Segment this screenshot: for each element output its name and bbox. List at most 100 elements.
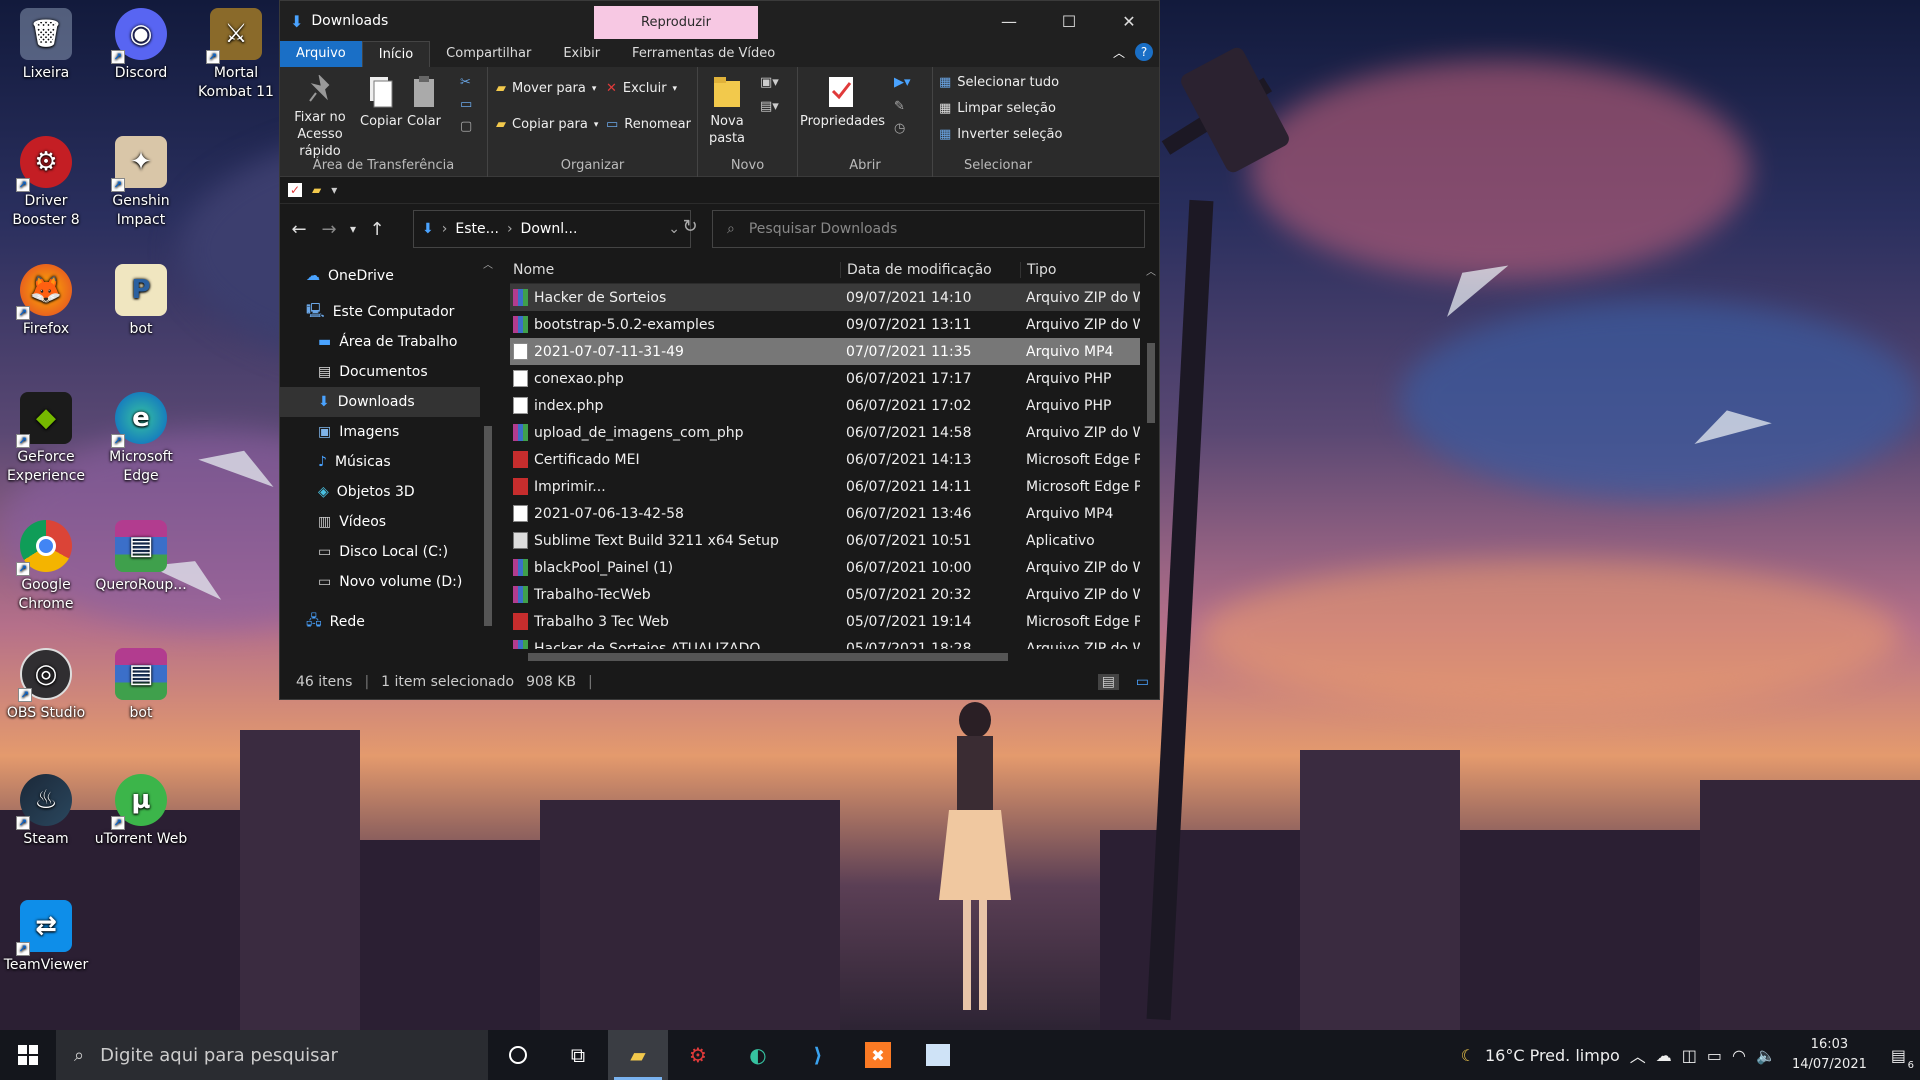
breadcrumb-este-computador[interactable]: Este...	[455, 221, 499, 237]
file-row[interactable]: bootstrap-5.0.2-examples 09/07/2021 13:11…	[510, 311, 1140, 338]
file-row[interactable]: conexao.php 06/07/2021 17:17 Arquivo PHP	[510, 365, 1140, 392]
task-view-button[interactable]: ⧉	[548, 1030, 608, 1080]
breadcrumb-downloads[interactable]: Downl...	[521, 221, 578, 237]
nav-imagens[interactable]: ▣ Imagens	[280, 417, 480, 447]
rename-button[interactable]: ▭ Renomear	[606, 117, 691, 132]
pin-quick-access-button[interactable]: Fixar no Acesso rápido	[284, 75, 356, 160]
properties-qat-icon[interactable]: ✓	[288, 183, 302, 197]
file-row[interactable]: 2021-07-06-13-42-58 06/07/2021 13:46 Arqui…	[510, 500, 1140, 527]
nav-scrollbar[interactable]: ︿	[480, 256, 496, 656]
desktop-icon-driver-booster[interactable]: ⚙ ↗ Driver Booster 8	[0, 130, 94, 230]
address-bar[interactable]: ⬇ › Este... › Downl... ⌄	[413, 210, 691, 248]
desktop-icon-edge[interactable]: e ↗ Microsoft Edge	[93, 386, 189, 486]
file-list-hscrollbar[interactable]	[510, 649, 1140, 665]
nav-downloads[interactable]: ⬇ Downloads	[280, 387, 480, 417]
nav-objetos-3d[interactable]: ◈ Objetos 3D	[280, 477, 480, 507]
tab-inicio[interactable]: Início	[361, 41, 431, 67]
cortana-button[interactable]	[488, 1030, 548, 1080]
minimize-button[interactable]: —	[979, 1, 1039, 41]
collapse-ribbon-icon[interactable]: ︿	[1113, 44, 1125, 61]
desktop-icon-lixeira[interactable]: 🗑 Lixeira	[0, 2, 94, 83]
refresh-icon[interactable]: ↻	[675, 216, 705, 237]
desktop-icon-genshin[interactable]: ✦ ↗ Genshin Impact	[93, 130, 189, 230]
desktop-icon-obs[interactable]: ◎ ↗ OBS Studio	[0, 642, 94, 723]
tab-ferramentas-video[interactable]: Ferramentas de Vídeo	[616, 41, 791, 67]
new-item-icon[interactable]: ▣▾	[760, 75, 779, 90]
start-button[interactable]	[0, 1030, 56, 1080]
search-box[interactable]: ⌕ Pesquisar Downloads	[712, 210, 1145, 248]
desktop-icon-teamviewer[interactable]: ⇄ ↗ TeamViewer	[0, 894, 94, 975]
copy-path-icon[interactable]: ▭	[460, 97, 472, 112]
back-arrow-icon[interactable]: ←	[284, 219, 314, 240]
history-icon[interactable]: ◷	[894, 121, 905, 136]
wifi-icon[interactable]: ◠	[1732, 1046, 1746, 1065]
forward-arrow-icon[interactable]: →	[314, 219, 344, 240]
details-view-icon[interactable]: ▤	[1097, 674, 1119, 690]
file-row[interactable]: index.php 06/07/2021 17:02 Arquivo PHP	[510, 392, 1140, 419]
desktop-icon-geforce[interactable]: ◆ ↗ GeForce Experience	[0, 386, 94, 486]
desktop-icon-queroroup[interactable]: ▤ QueroRoup...	[93, 514, 189, 595]
desktop-icon-utorrent[interactable]: µ ↗ uTorrent Web	[93, 768, 189, 849]
paste-shortcut-icon[interactable]: ▢	[460, 119, 472, 134]
paste-button[interactable]: Colar	[404, 75, 444, 130]
help-icon[interactable]: ?	[1135, 43, 1153, 61]
tab-compartilhar[interactable]: Compartilhar	[430, 41, 547, 67]
folder-qat-icon[interactable]: ▰	[312, 183, 321, 197]
column-nome[interactable]: Nome	[510, 262, 840, 278]
maximize-button[interactable]: ☐	[1039, 1, 1099, 41]
meet-now-icon[interactable]: ◫	[1682, 1046, 1697, 1065]
clock[interactable]: 16:03 14/07/2021	[1792, 1035, 1867, 1075]
file-list-scrollbar[interactable]: ︿	[1143, 263, 1159, 648]
chevron-up-icon[interactable]: ︿	[1630, 1043, 1646, 1067]
weather-text[interactable]: 16°C Pred. limpo	[1485, 1046, 1620, 1065]
nav-musicas[interactable]: ♪ Músicas	[280, 447, 480, 477]
clear-selection-button[interactable]: ▦ Limpar seleção	[939, 101, 1056, 116]
nav-videos[interactable]: ▥ Vídeos	[280, 507, 480, 537]
file-row[interactable]: Trabalho 3 Tec Web 05/07/2021 19:14 Micros…	[510, 608, 1140, 635]
desktop-icon-discord[interactable]: ◉ ↗ Discord	[93, 2, 189, 83]
onedrive-cloud-icon[interactable]: ☁	[1656, 1046, 1672, 1065]
file-row[interactable]: Hacker de Sorteios 09/07/2021 14:10 Arquiv…	[510, 284, 1140, 311]
copy-to-button[interactable]: ▰ Copiar para ▾	[496, 117, 598, 132]
taskbar-xampp[interactable]: ✖	[848, 1030, 908, 1080]
tab-reproduzir[interactable]: Reproduzir	[594, 6, 758, 39]
taskbar-paint[interactable]	[908, 1030, 968, 1080]
taskbar-edge[interactable]: ◐	[728, 1030, 788, 1080]
weather-moon-icon[interactable]: ☾	[1461, 1046, 1475, 1065]
move-to-button[interactable]: ▰ Mover para ▾	[496, 81, 596, 96]
tab-exibir[interactable]: Exibir	[547, 41, 616, 67]
recent-locations-icon[interactable]: ▾	[344, 222, 362, 236]
taskbar-search[interactable]: ⌕ Digite aqui para pesquisar	[56, 1030, 488, 1080]
tab-arquivo[interactable]: Arquivo	[280, 41, 362, 67]
file-row[interactable]: upload_de_imagens_com_php 06/07/2021 14:5…	[510, 419, 1140, 446]
large-icons-view-icon[interactable]: ▭	[1136, 674, 1149, 690]
nav-novo-volume-d[interactable]: ▭ Novo volume (D:)	[280, 567, 480, 597]
properties-button[interactable]: Propriedades	[800, 75, 885, 130]
desktop-icon-steam[interactable]: ♨ ↗ Steam	[0, 768, 94, 849]
file-row[interactable]: Trabalho-TecWeb 05/07/2021 20:32 Arquivo Z…	[510, 581, 1140, 608]
desktop-icon-chrome[interactable]: ↗ Google Chrome	[0, 514, 94, 614]
nav-onedrive[interactable]: ☁ OneDrive	[280, 261, 480, 291]
nav-area-de-trabalho[interactable]: ▬ Área de Trabalho	[280, 327, 480, 357]
nav-este-computador[interactable]: 🖳 Este Computador	[280, 297, 480, 327]
desktop-icon-mortal-kombat[interactable]: ⚔ ↗ Mortal Kombat 11	[188, 2, 284, 102]
file-row[interactable]: Imprimir... 06/07/2021 14:11 Microsoft Edg…	[510, 473, 1140, 500]
invert-selection-button[interactable]: ▦ Inverter seleção	[939, 127, 1062, 142]
battery-icon[interactable]: ▭	[1707, 1046, 1722, 1065]
taskbar-vscode[interactable]: ⟩	[788, 1030, 848, 1080]
desktop-icon-bot-rar[interactable]: ▤ bot	[93, 642, 189, 723]
volume-icon[interactable]: 🔈	[1756, 1046, 1776, 1065]
nav-disco-local-c[interactable]: ▭ Disco Local (C:)	[280, 537, 480, 567]
new-folder-button[interactable]: Nova pasta	[702, 75, 752, 147]
title-bar[interactable]: ⬇ Downloads Reproduzir — ☐ ✕	[280, 1, 1159, 41]
search-input[interactable]: Pesquisar Downloads	[749, 221, 897, 237]
easy-access-icon[interactable]: ▤▾	[760, 99, 779, 114]
open-icon[interactable]: ▶▾	[894, 75, 911, 90]
edit-icon[interactable]: ✎	[894, 99, 905, 114]
cut-icon[interactable]: ✂	[460, 75, 471, 90]
file-row[interactable]: Certificado MEI 06/07/2021 14:13 Microsoft…	[510, 446, 1140, 473]
close-button[interactable]: ✕	[1099, 1, 1159, 41]
column-tipo[interactable]: Tipo	[1020, 261, 1140, 278]
file-row[interactable]: Sublime Text Build 3211 x64 Setup 06/07/2…	[510, 527, 1140, 554]
nav-rede[interactable]: 🖧 Rede	[280, 607, 480, 637]
